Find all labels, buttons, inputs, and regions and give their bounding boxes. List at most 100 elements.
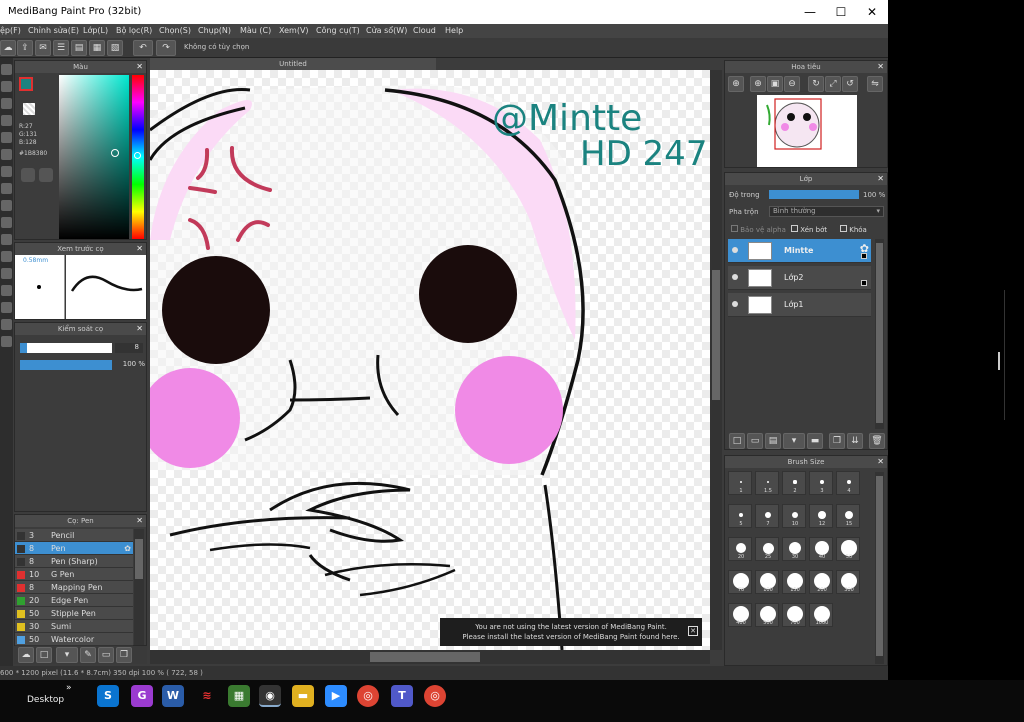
zoom-in-icon[interactable]: ⊕ bbox=[728, 76, 744, 92]
close-icon[interactable]: ✕ bbox=[877, 456, 884, 468]
browser-icon[interactable]: ◉ bbox=[259, 685, 281, 707]
close-icon[interactable]: ✕ bbox=[136, 515, 143, 527]
reset-view-icon[interactable]: ↺ bbox=[842, 76, 858, 92]
clipping-checkbox[interactable] bbox=[791, 225, 798, 232]
brush-cloud-icon[interactable]: ☁ bbox=[18, 647, 34, 663]
select-tool-icon[interactable] bbox=[1, 200, 12, 211]
close-icon[interactable]: ✕ bbox=[877, 61, 884, 73]
new-halftone-layer-icon[interactable]: ▭ bbox=[747, 433, 763, 449]
brush-edit-icon[interactable]: ✎ bbox=[80, 647, 96, 663]
zoom-fit-icon[interactable]: ⊕ bbox=[750, 76, 766, 92]
menu-layer[interactable]: Lớp(L) bbox=[83, 26, 108, 35]
brush-item-2[interactable]: 8 Pen (Sharp) bbox=[15, 555, 133, 568]
select-eraser-tool-icon[interactable] bbox=[1, 268, 12, 279]
redo-icon[interactable]: ↷ bbox=[156, 40, 176, 56]
drawing-canvas[interactable]: @Mintte HD 247 You are not using the lat… bbox=[150, 70, 710, 650]
menu-tools[interactable]: Công cụ(T) bbox=[316, 26, 360, 35]
rotate-icon[interactable]: ↻ bbox=[808, 76, 824, 92]
brush-size-cell[interactable]: 50 bbox=[836, 537, 860, 561]
select-pen-tool-icon[interactable] bbox=[1, 251, 12, 262]
color-picker-handle[interactable] bbox=[111, 149, 119, 157]
layer-list-scrollbar[interactable] bbox=[875, 239, 884, 429]
text-tool-icon[interactable] bbox=[1, 285, 12, 296]
navigator-thumbnail[interactable] bbox=[757, 95, 857, 167]
gradient-tool-icon[interactable] bbox=[1, 183, 12, 194]
menu-file[interactable]: ệp(F) bbox=[0, 26, 21, 35]
chevron-right-icon[interactable]: » bbox=[66, 683, 72, 693]
word-icon[interactable]: W bbox=[162, 685, 184, 707]
hue-slider[interactable] bbox=[132, 75, 144, 239]
eye-icon[interactable] bbox=[732, 247, 738, 253]
brush-item-5[interactable]: 20 Edge Pen bbox=[15, 594, 133, 607]
zoom-icon[interactable]: ▶ bbox=[325, 685, 347, 707]
brush-size-cell[interactable]: 500 bbox=[755, 603, 779, 627]
magic-wand-tool-icon[interactable] bbox=[1, 234, 12, 245]
canvas-horizontal-scrollbar[interactable] bbox=[150, 650, 710, 664]
hand-tool-icon[interactable] bbox=[1, 336, 12, 347]
brush-item-0[interactable]: 3 Pencil bbox=[15, 529, 133, 542]
brush-size-cell[interactable]: 5 bbox=[728, 504, 752, 528]
brush-copy-icon[interactable]: ❐ bbox=[116, 647, 132, 663]
brush-size-cell[interactable]: 150 bbox=[782, 570, 806, 594]
merge-layer-icon[interactable]: ⇊ bbox=[847, 433, 863, 449]
duplicate-layer-icon[interactable]: ❐ bbox=[829, 433, 845, 449]
brush-size-cell[interactable]: 3 bbox=[809, 471, 833, 495]
zoom-actual-icon[interactable]: ▣ bbox=[767, 76, 783, 92]
brush-item-4[interactable]: 8 Mapping Pen bbox=[15, 581, 133, 594]
fit-screen-icon[interactable]: ⤢ bbox=[825, 76, 841, 92]
brush-size-cell[interactable]: 15 bbox=[836, 504, 860, 528]
close-button[interactable]: ✕ bbox=[857, 2, 887, 22]
hue-slider-handle[interactable] bbox=[134, 152, 141, 159]
eraser-tool-icon[interactable] bbox=[1, 81, 12, 92]
brush-size-cell[interactable]: 30 bbox=[782, 537, 806, 561]
saturation-brightness-picker[interactable] bbox=[59, 75, 129, 239]
menu-select[interactable]: Chọn(S) bbox=[159, 26, 191, 35]
menu-view[interactable]: Xem(V) bbox=[279, 26, 309, 35]
foreground-color-swatch[interactable] bbox=[19, 77, 33, 91]
folder-icon[interactable]: ▬ bbox=[292, 685, 314, 707]
gear-icon[interactable]: ✿ bbox=[124, 542, 131, 555]
menu-color[interactable]: Màu (C) bbox=[240, 26, 271, 35]
transparent-swatch[interactable] bbox=[23, 103, 35, 115]
teams-icon[interactable]: T bbox=[391, 685, 413, 707]
protect-alpha-checkbox[interactable] bbox=[731, 225, 738, 232]
zoom-out-icon[interactable]: ⊖ bbox=[784, 76, 800, 92]
rect-tool-icon[interactable] bbox=[1, 98, 12, 109]
pen-tool-icon[interactable] bbox=[1, 64, 12, 75]
brush-size-slider[interactable] bbox=[20, 343, 112, 353]
blend-mode-select[interactable]: Bình thường ▾ bbox=[769, 206, 884, 217]
desktop-label[interactable]: Desktop bbox=[27, 695, 64, 705]
chrome-profile-icon[interactable]: ◎ bbox=[424, 685, 446, 707]
brush-new-icon[interactable]: □ bbox=[36, 647, 52, 663]
close-icon[interactable]: ✕ bbox=[136, 243, 143, 255]
brush-size-cell[interactable]: 4 bbox=[836, 471, 860, 495]
brush-size-cell[interactable]: 70 bbox=[728, 570, 752, 594]
flip-icon[interactable]: ⇋ bbox=[867, 76, 883, 92]
game-icon[interactable]: ▦ bbox=[228, 685, 250, 707]
fill-tool-icon[interactable] bbox=[1, 149, 12, 160]
panel-icon[interactable]: ▤ bbox=[71, 40, 87, 56]
cloud-icon[interactable]: ☁ bbox=[0, 40, 16, 56]
menu-cloud[interactable]: Cloud bbox=[413, 26, 436, 35]
move-tool-icon[interactable] bbox=[1, 132, 12, 143]
maximize-button[interactable]: ☐ bbox=[826, 2, 856, 22]
menu-window[interactable]: Cửa sổ(W) bbox=[366, 26, 407, 35]
gear-icon[interactable]: ✿ bbox=[860, 242, 869, 255]
brush-size-scrollbar[interactable] bbox=[875, 472, 884, 664]
add-layer-menu-icon[interactable]: ▾ bbox=[783, 433, 805, 449]
menu-edit[interactable]: Chỉnh sửa(E) bbox=[28, 26, 79, 35]
bucket-tool-icon[interactable] bbox=[1, 166, 12, 177]
brush-size-cell[interactable]: 7 bbox=[755, 504, 779, 528]
close-icon[interactable]: ✕ bbox=[136, 323, 143, 335]
lock-checkbox[interactable] bbox=[840, 225, 847, 232]
app-g-icon[interactable]: G bbox=[131, 685, 153, 707]
operation-tool-icon[interactable] bbox=[1, 302, 12, 313]
layer-opacity-slider[interactable] bbox=[769, 190, 859, 199]
comment-icon[interactable]: ☰ bbox=[53, 40, 69, 56]
canvas-vertical-scrollbar[interactable] bbox=[710, 70, 722, 650]
tab-untitled[interactable]: Untitled bbox=[150, 58, 436, 70]
menu-capture[interactable]: Chụp(N) bbox=[198, 26, 231, 35]
brush-item-6[interactable]: 50 Stipple Pen bbox=[15, 607, 133, 620]
chrome-icon[interactable]: ◎ bbox=[357, 685, 379, 707]
chat-icon[interactable]: ✉ bbox=[35, 40, 51, 56]
